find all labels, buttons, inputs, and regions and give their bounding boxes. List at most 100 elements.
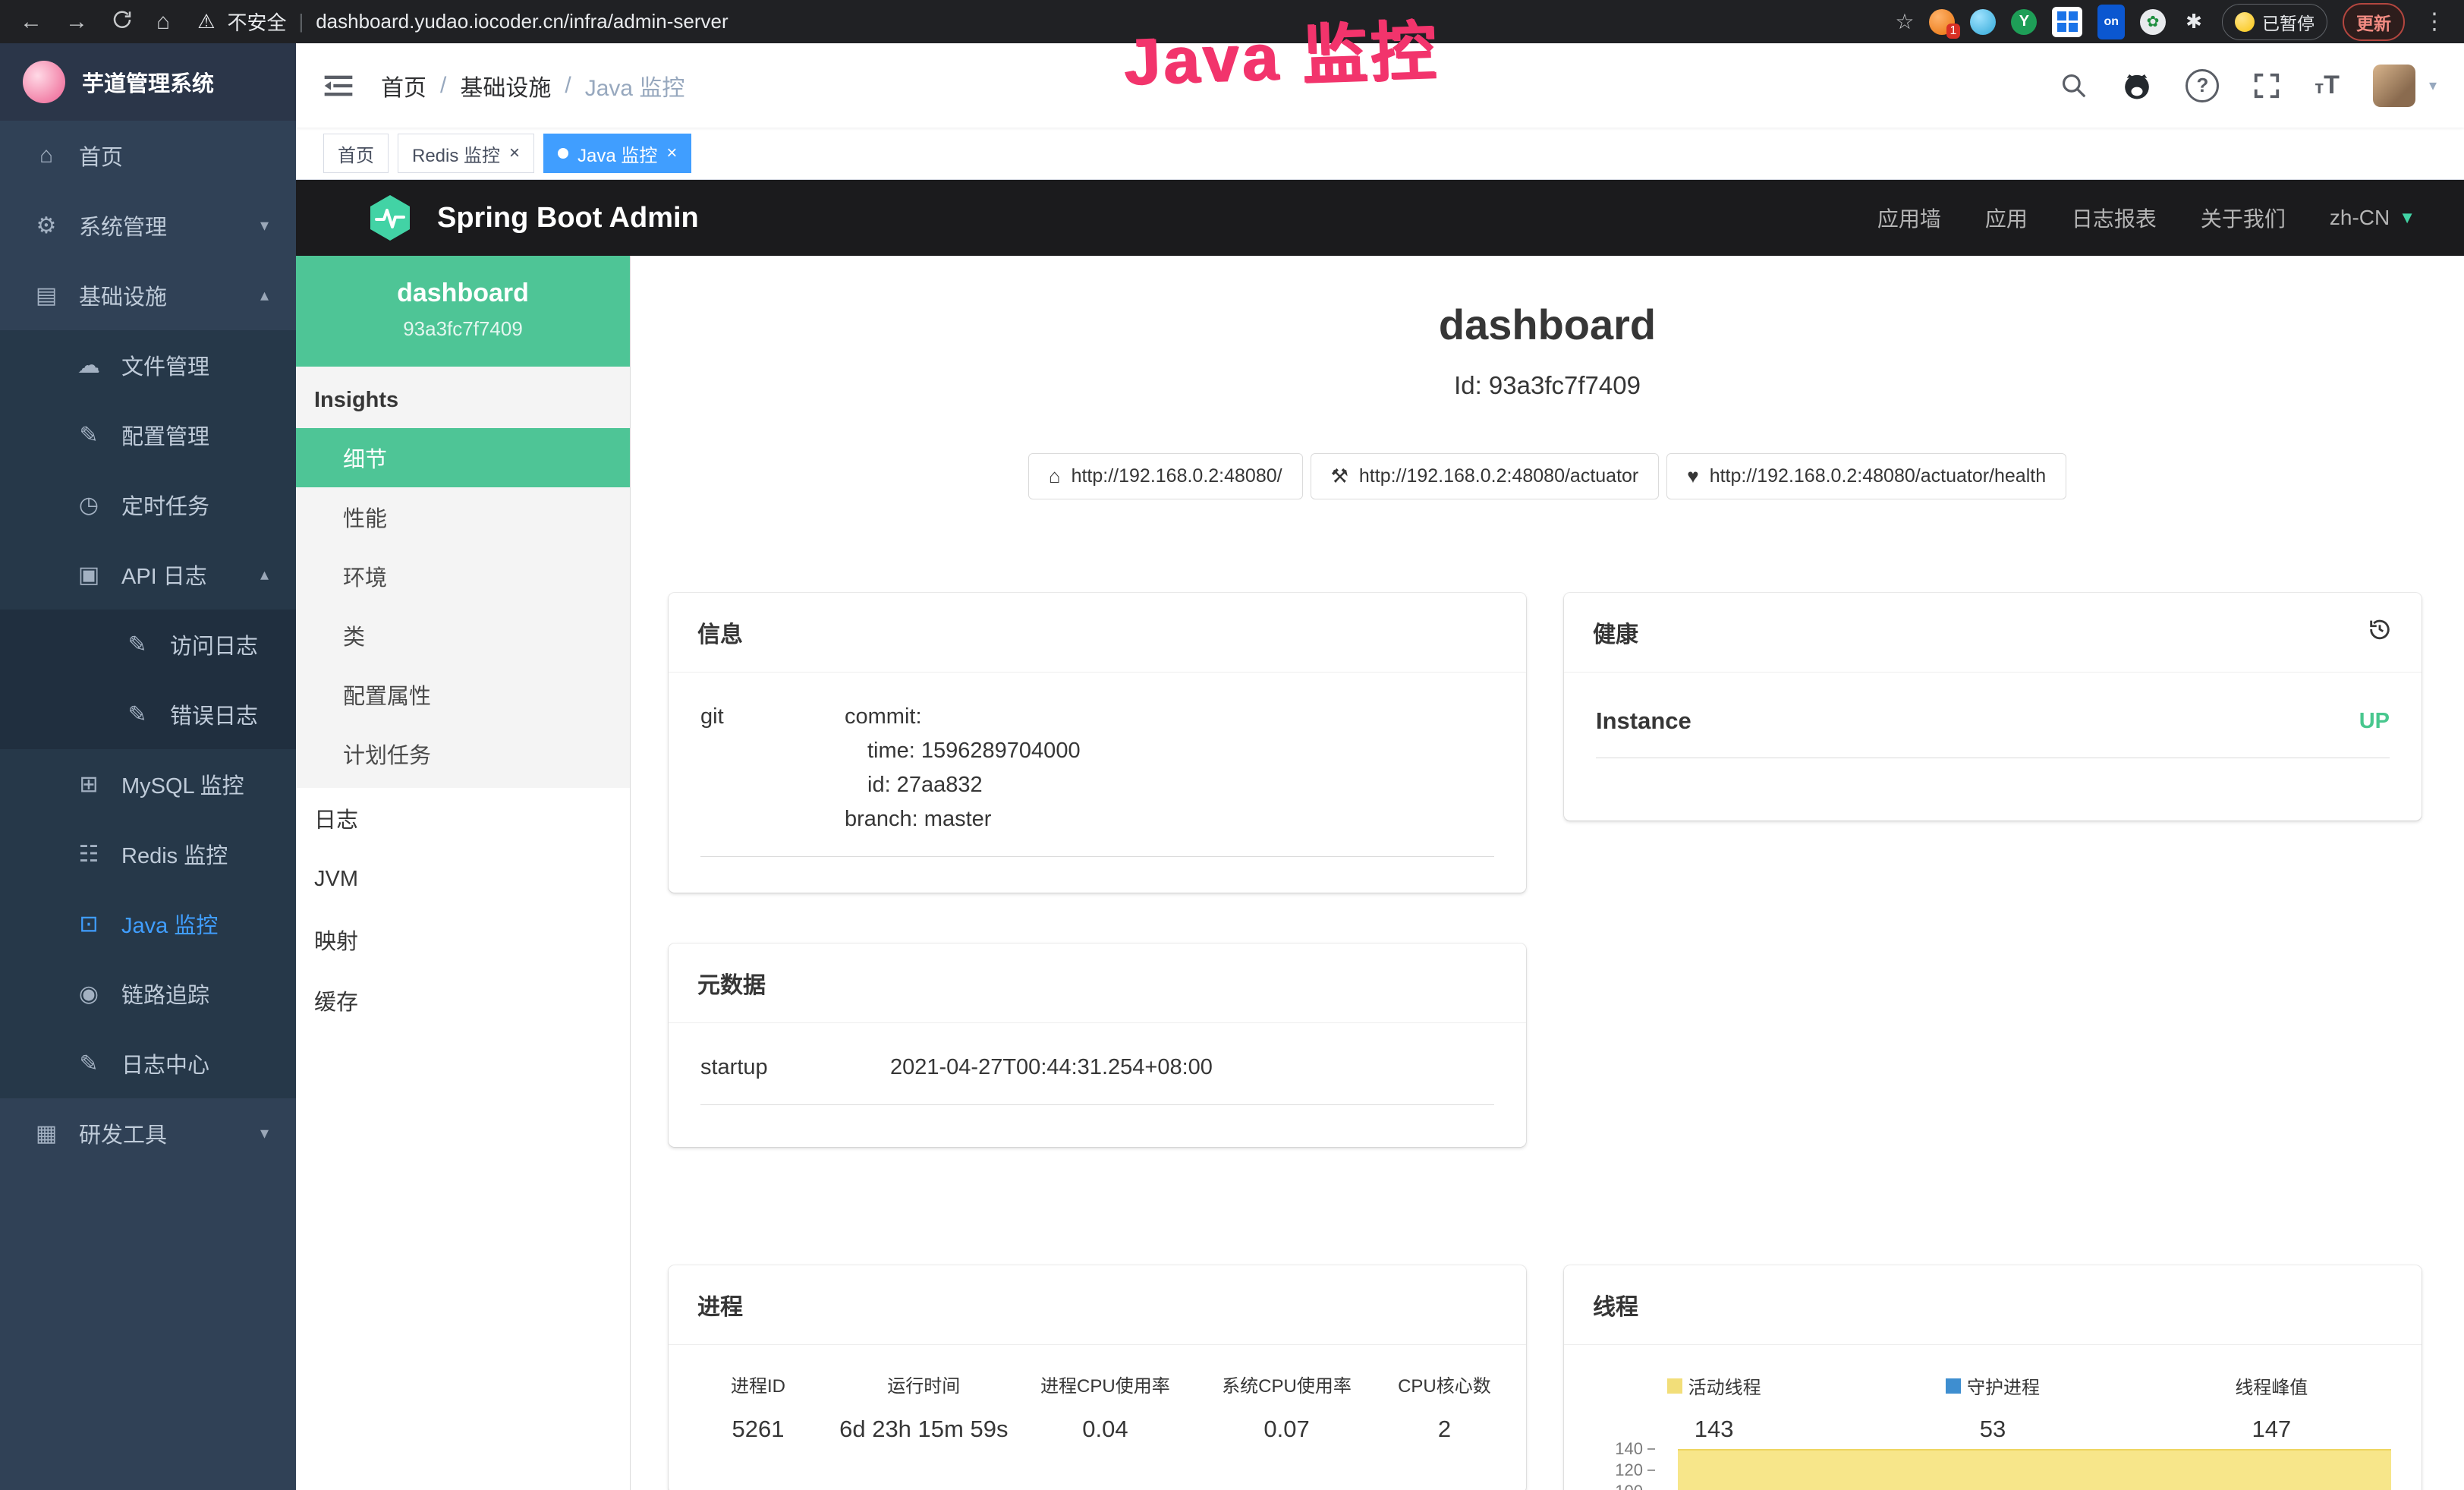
extension-orange-icon[interactable]: 1 [1929,9,1955,35]
extension-on-icon[interactable]: on [2097,5,2125,39]
back-icon[interactable]: ← [20,11,42,33]
forward-icon[interactable]: → [65,11,88,33]
menu-item-details[interactable]: 细节 [296,428,630,487]
sba-logo-icon[interactable] [366,194,414,242]
tab-redis-monitor[interactable]: Redis 监控 × [398,134,534,173]
sidebar-item-label: 首页 [79,140,123,172]
sba-sidebar: dashboard 93a3fc7f7409 Insights 细节 性能 环境… [296,256,631,1490]
breadcrumb-home[interactable]: 首页 [381,69,426,102]
instance-id: 93a3fc7f7409 [311,317,615,341]
sidebar-item-scheduled-tasks[interactable]: ◷ 定时任务 [0,470,296,540]
history-icon[interactable] [2367,616,2393,648]
hamburger-icon[interactable] [323,73,354,99]
metadata-card: 元数据 startup 2021-04-27T00:44:31.254+08:0… [669,943,1526,1147]
actuator-url-button[interactable]: ⚒ http://192.168.0.2:48080/actuator [1311,453,1660,499]
chevron-down-icon: ▾ [260,216,269,235]
tab-java-monitor[interactable]: Java 监控 × [543,134,691,173]
sba-brand[interactable]: Spring Boot Admin [437,202,699,235]
status-badge: UP [2359,709,2390,734]
menu-item-environment[interactable]: 环境 [296,547,630,606]
sidebar-item-label: 研发工具 [79,1117,167,1149]
sidebar-item-java-monitor[interactable]: ⊡ Java 监控 [0,889,296,959]
paused-badge[interactable]: 已暂停 [2222,4,2327,40]
extension-green-icon[interactable]: Y [2011,9,2037,35]
sidebar-item-trace[interactable]: ◉ 链路追踪 [0,959,296,1029]
extension-grid-icon[interactable] [2052,7,2082,37]
sidebar-item-system[interactable]: ⚙ 系统管理 ▾ [0,191,296,260]
update-button[interactable]: 更新 [2343,3,2405,41]
threads-card: 线程 活动线程 143 [1564,1265,2422,1490]
mysql-icon: ⊞ [73,771,105,798]
fullscreen-icon[interactable] [2252,71,2281,100]
menu-item-caches[interactable]: 缓存 [296,970,630,1031]
sba-nav-applications[interactable]: 应用 [1985,203,2028,233]
font-size-icon[interactable]: тT [2315,71,2340,100]
info-git-label: git [700,700,845,836]
sba-nav-journal[interactable]: 日志报表 [2072,203,2157,233]
menu-item-jvm[interactable]: JVM [296,849,630,909]
github-icon[interactable] [2122,71,2152,101]
service-url-button[interactable]: ⌂ http://192.168.0.2:48080/ [1028,453,1303,499]
sidebar-item-error-logs[interactable]: ✎ 错误日志 [0,679,296,749]
sidebar-item-redis-monitor[interactable]: ☷ Redis 监控 [0,819,296,889]
menu-item-logs[interactable]: 日志 [296,788,630,849]
legend-swatch-active [1667,1378,1682,1394]
sidebar-item-mysql-monitor[interactable]: ⊞ MySQL 监控 [0,749,296,819]
menu-item-metrics[interactable]: 性能 [296,487,630,547]
threads-card-title: 线程 [1564,1265,2422,1345]
log-center-icon: ✎ [73,1051,105,1077]
close-icon[interactable]: × [509,144,520,162]
sidebar-item-label: 基础设施 [79,279,167,311]
sidebar-nav: ⌂ 首页 ⚙ 系统管理 ▾ ▤ 基础设施 ▴ ☁ 文件管理 [0,121,296,1490]
sidebar-item-home[interactable]: ⌂ 首页 [0,121,296,191]
app-logo[interactable]: 芋道管理系统 [0,43,296,121]
search-icon[interactable] [2060,71,2088,100]
menu-item-mappings[interactable]: 映射 [296,909,630,970]
address-bar[interactable]: ⚠ 不安全 | dashboard.yudao.iocoder.cn/infra… [190,8,1895,36]
chevron-up-icon: ▴ [260,565,269,584]
browser-menu-icon[interactable]: ⋮ [2420,8,2449,35]
menu-item-config-props[interactable]: 配置属性 [296,665,630,724]
sidebar-item-dev-tools[interactable]: ▦ 研发工具 ▾ [0,1098,296,1168]
extension-teal-icon[interactable] [1970,9,1996,35]
extension-leaf-icon[interactable]: ✿ [2140,9,2166,35]
menu-item-classes[interactable]: 类 [296,606,630,665]
sidebar-item-label: MySQL 监控 [121,768,244,800]
sidebar-item-file-mgmt[interactable]: ☁ 文件管理 [0,330,296,400]
menu-item-scheduled-tasks[interactable]: 计划任务 [296,724,630,783]
breadcrumb-infra[interactable]: 基础设施 [460,69,551,102]
refresh-icon[interactable] [111,8,134,36]
sidebar-item-label: 文件管理 [121,349,209,381]
legend-active-threads: 活动线程 143 [1575,1372,1853,1443]
sba-nav-about[interactable]: 关于我们 [2201,203,2286,233]
legend-daemon-threads: 守护进程 53 [1853,1372,2132,1443]
metadata-card-title: 元数据 [669,943,1526,1023]
user-avatar[interactable] [2373,65,2415,107]
instance-header[interactable]: dashboard 93a3fc7f7409 [296,256,630,367]
locale-selector[interactable]: zh-CN ▼ [2330,206,2415,230]
sba-nav: 应用墙 应用 日志报表 关于我们 zh-CN ▼ [1877,203,2415,233]
threads-chart: 140 120 100 [1564,1438,2422,1490]
sidebar-item-api-logs[interactable]: ▣ API 日志 ▴ [0,540,296,610]
sidebar-item-infra[interactable]: ▤ 基础设施 ▴ [0,260,296,330]
sba-content: dashboard 93a3fc7f7409 Insights 细节 性能 环境… [296,256,2464,1490]
tab-home[interactable]: 首页 [323,134,389,173]
process-col-cpu-cores: CPU核心数 2 [1374,1371,1515,1443]
extensions-puzzle-icon[interactable]: ✱ [2181,9,2207,35]
bookmark-star-icon[interactable]: ☆ [1895,9,1914,34]
sidebar-item-log-center[interactable]: ✎ 日志中心 [0,1029,296,1098]
metadata-startup-row: startup 2021-04-27T00:44:31.254+08:00 [700,1028,1494,1105]
close-icon[interactable]: × [666,144,677,162]
health-url-button[interactable]: ♥ http://192.168.0.2:48080/actuator/heal… [1666,453,2066,499]
home-icon: ⌂ [30,143,62,169]
sidebar-item-access-logs[interactable]: ✎ 访问日志 [0,610,296,679]
topbar-actions: ? тT ▾ [2060,65,2437,107]
sba-nav-wallboard[interactable]: 应用墙 [1877,203,1941,233]
help-icon[interactable]: ? [2186,69,2219,102]
chrome-toolbar-right: ☆ 1 Y on ✿ ✱ 已暂停 更新 ⋮ [1895,3,2464,41]
topbar: 首页 / 基础设施 / Java 监控 ? [296,43,2464,128]
sidebar-item-config-mgmt[interactable]: ✎ 配置管理 [0,400,296,470]
browser-home-icon[interactable]: ⌂ [156,11,170,33]
sidebar-item-label: 系统管理 [79,209,167,241]
legend-peak-threads: 线程峰值 147 [2132,1372,2411,1443]
